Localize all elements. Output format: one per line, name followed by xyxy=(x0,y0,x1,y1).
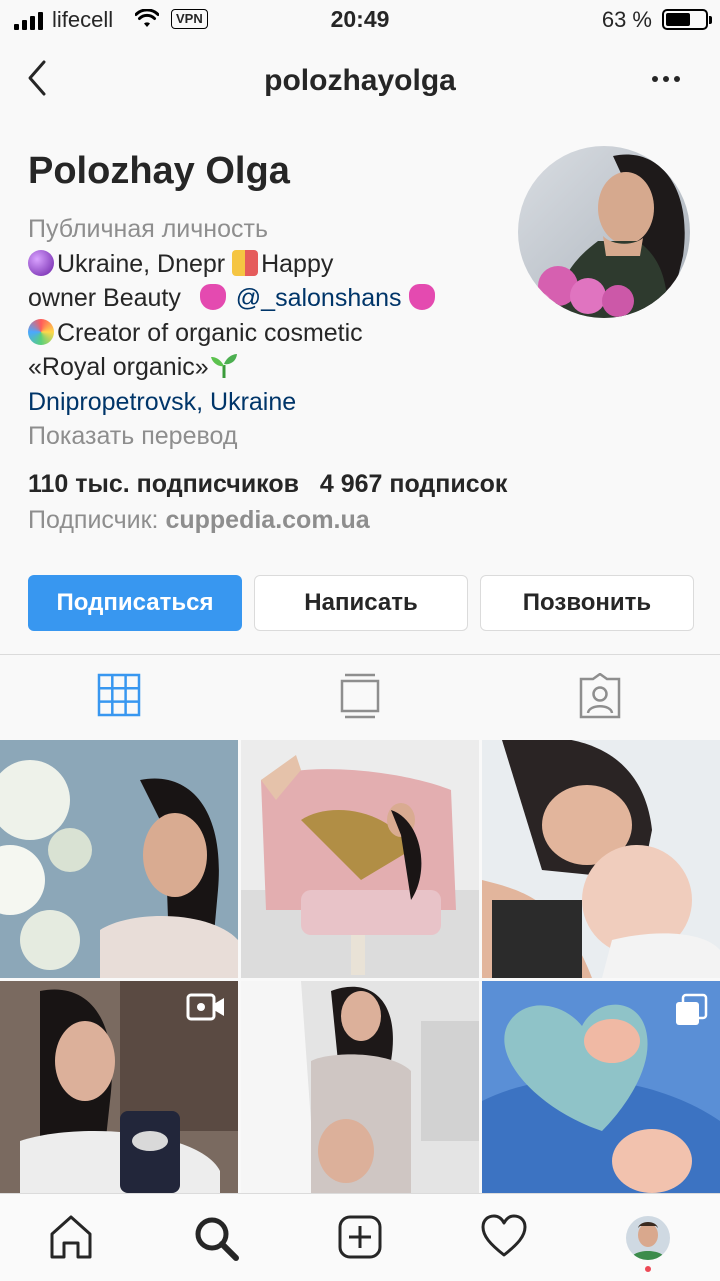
battery-percent: 63 % xyxy=(601,7,652,32)
profile-full-name: Polozhay Olga xyxy=(28,150,290,192)
tagged-icon[interactable] xyxy=(577,673,623,719)
heart-emoji-icon xyxy=(199,284,226,310)
activity-heart-icon[interactable] xyxy=(480,1214,528,1258)
profile-bio: Публичная личность Ukraine, Dnepr Happy … xyxy=(28,212,508,454)
post-5-thumbnail[interactable] xyxy=(241,981,479,1219)
profile-avatar[interactable] xyxy=(518,146,690,318)
post-4-thumbnail[interactable] xyxy=(0,981,238,1219)
bio-line-1: Ukraine, Dnepr Happy xyxy=(28,247,508,282)
followed-by: Подписчик: cuppedia.com.ua xyxy=(28,506,370,534)
notification-dot xyxy=(645,1266,651,1272)
bio-line-2: owner Beauty @_salonshans xyxy=(28,281,508,316)
follow-button[interactable]: Подписаться xyxy=(28,575,242,631)
post-3-thumbnail[interactable] xyxy=(482,740,720,978)
grid-icon[interactable] xyxy=(97,673,141,717)
followers-count[interactable]: 110 тыс. подписчиков xyxy=(28,470,299,498)
location-link[interactable]: Dnipropetrovsk, Ukraine xyxy=(28,385,508,420)
profile-tabs xyxy=(0,655,720,737)
carousel-icon xyxy=(676,993,708,1025)
family-emoji-icon xyxy=(232,249,259,276)
seedling-emoji-icon xyxy=(210,354,237,378)
show-translation-link[interactable]: Показать перевод xyxy=(28,419,508,454)
status-bar: lifecell VPN 20:49 63 % xyxy=(0,0,720,40)
search-icon[interactable] xyxy=(192,1214,240,1262)
profile-stats: 110 тыс. подписчиков 4 967 подписок xyxy=(28,470,507,499)
igtv-icon[interactable] xyxy=(340,673,380,719)
message-button[interactable]: Написать xyxy=(254,575,468,631)
call-button[interactable]: Позвонить xyxy=(480,575,694,631)
following-count[interactable]: 4 967 подписок xyxy=(320,470,508,498)
profile-tab-avatar[interactable] xyxy=(626,1216,670,1260)
new-post-icon[interactable] xyxy=(337,1214,383,1260)
video-icon xyxy=(186,993,224,1021)
header-username: polozhayolga xyxy=(264,64,456,97)
posts-grid xyxy=(0,740,720,1193)
bio-line-3: Creator of organic cosmetic xyxy=(28,316,508,351)
post-1-thumbnail[interactable] xyxy=(0,740,238,978)
home-icon[interactable] xyxy=(48,1214,94,1260)
crystal-ball-icon xyxy=(28,249,54,276)
post-6-thumbnail[interactable] xyxy=(482,981,720,1219)
lollipop-emoji-icon xyxy=(28,318,54,345)
heart-emoji-icon xyxy=(408,284,435,310)
battery-icon xyxy=(662,9,712,30)
mention-link[interactable]: @_salonshans xyxy=(236,284,402,312)
bio-line-4: «Royal organic» xyxy=(28,350,508,385)
profile-category: Публичная личность xyxy=(28,215,268,243)
bottom-tab-bar xyxy=(0,1193,720,1281)
more-options-icon[interactable] xyxy=(652,76,680,82)
followed-by-name[interactable]: cuppedia.com.ua xyxy=(165,506,369,534)
post-2-thumbnail[interactable] xyxy=(241,740,479,978)
